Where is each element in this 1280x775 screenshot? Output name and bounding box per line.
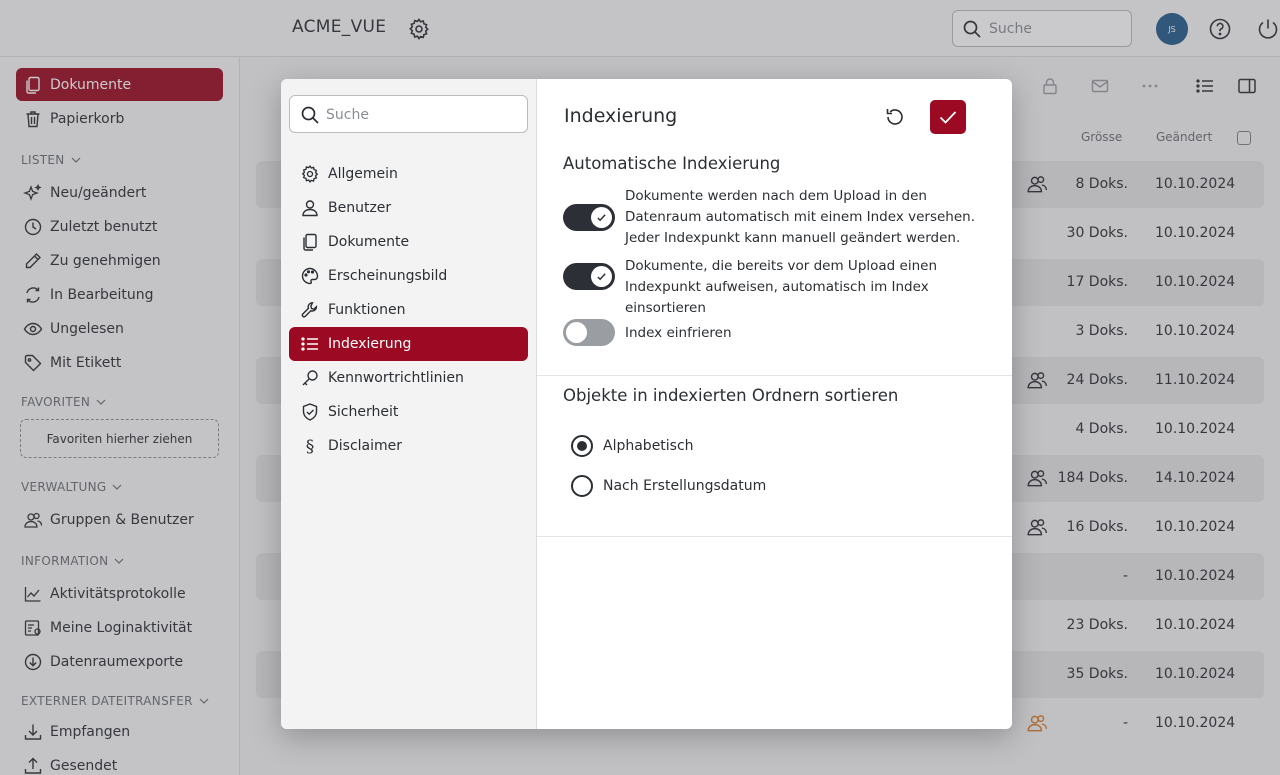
search-placeholder: Suche [326, 107, 369, 123]
settings-item-dokumente[interactable]: Dokumente [289, 225, 528, 259]
svg-text:§: § [306, 437, 315, 456]
toggle-label: Index einfrieren [625, 325, 732, 341]
confirm-button[interactable] [930, 100, 966, 134]
radio-label[interactable]: Alphabetisch [603, 438, 694, 454]
settings-item-label: Indexierung [328, 336, 412, 352]
settings-search-input[interactable]: Suche [289, 95, 528, 133]
checkmark-icon [597, 273, 606, 281]
key-icon [302, 370, 318, 386]
settings-item-label: Dokumente [328, 234, 410, 250]
settings-item-label: Erscheinungsbild [328, 268, 448, 284]
toggle-auto-index-upload[interactable] [563, 204, 615, 231]
settings-item-kennwort[interactable]: Kennwortrichtlinien [289, 361, 528, 395]
toggle-label: Dokumente werden nach dem Upload in den … [625, 188, 975, 246]
gear-icon [301, 164, 319, 184]
divider [537, 536, 1012, 537]
checkmark-icon [939, 111, 957, 124]
checkmark-icon [597, 214, 606, 222]
settings-item-sicherheit[interactable]: Sicherheit [289, 395, 528, 429]
undo-icon [886, 109, 903, 125]
settings-item-label: Benutzer [328, 200, 392, 216]
section-title-auto: Automatische Indexierung [563, 154, 781, 173]
toggle-auto-sort-existing[interactable] [563, 263, 615, 290]
section-title-sort: Objekte in indexierten Ordnern sortieren [563, 386, 899, 405]
settings-dialog: Suche Allgemein Benutzer Dokumente Ersch… [281, 79, 1012, 729]
indexing-settings-panel: Indexierung Automatische Indexierung Dok… [537, 79, 1012, 729]
documents-icon [303, 233, 317, 251]
settings-item-label: Sicherheit [328, 404, 399, 420]
settings-item-label: Funktionen [328, 302, 406, 318]
settings-item-indexierung[interactable]: Indexierung [289, 327, 528, 361]
settings-item-allgemein[interactable]: Allgemein [289, 157, 528, 191]
wrench-icon [301, 302, 318, 318]
settings-item-label: Allgemein [328, 166, 398, 182]
palette-icon [301, 267, 319, 285]
radio-alphabetical[interactable] [571, 435, 593, 457]
user-icon [302, 200, 318, 217]
settings-item-label: Kennwortrichtlinien [328, 370, 464, 386]
radio-label[interactable]: Nach Erstellungsdatum [603, 478, 766, 494]
settings-item-benutzer[interactable]: Benutzer [289, 191, 528, 225]
reset-button[interactable] [883, 105, 907, 129]
panel-title: Indexierung [564, 105, 678, 127]
search-icon [301, 106, 319, 124]
divider [537, 375, 1012, 376]
settings-item-disclaimer[interactable]: § Disclaimer [289, 429, 528, 463]
radio-creation-date[interactable] [571, 475, 593, 497]
settings-menu: Suche Allgemein Benutzer Dokumente Ersch… [281, 79, 537, 729]
toggle-label: Dokumente, die bereits vor dem Upload ei… [625, 258, 938, 316]
settings-item-funktionen[interactable]: Funktionen [289, 293, 528, 327]
settings-item-erscheinungsbild[interactable]: Erscheinungsbild [289, 259, 528, 293]
toggle-freeze-index[interactable] [563, 319, 615, 346]
shield-check-icon [302, 403, 318, 421]
settings-item-label: Disclaimer [328, 438, 403, 454]
section-sign-icon: § [306, 437, 315, 456]
list-icon [301, 337, 318, 351]
